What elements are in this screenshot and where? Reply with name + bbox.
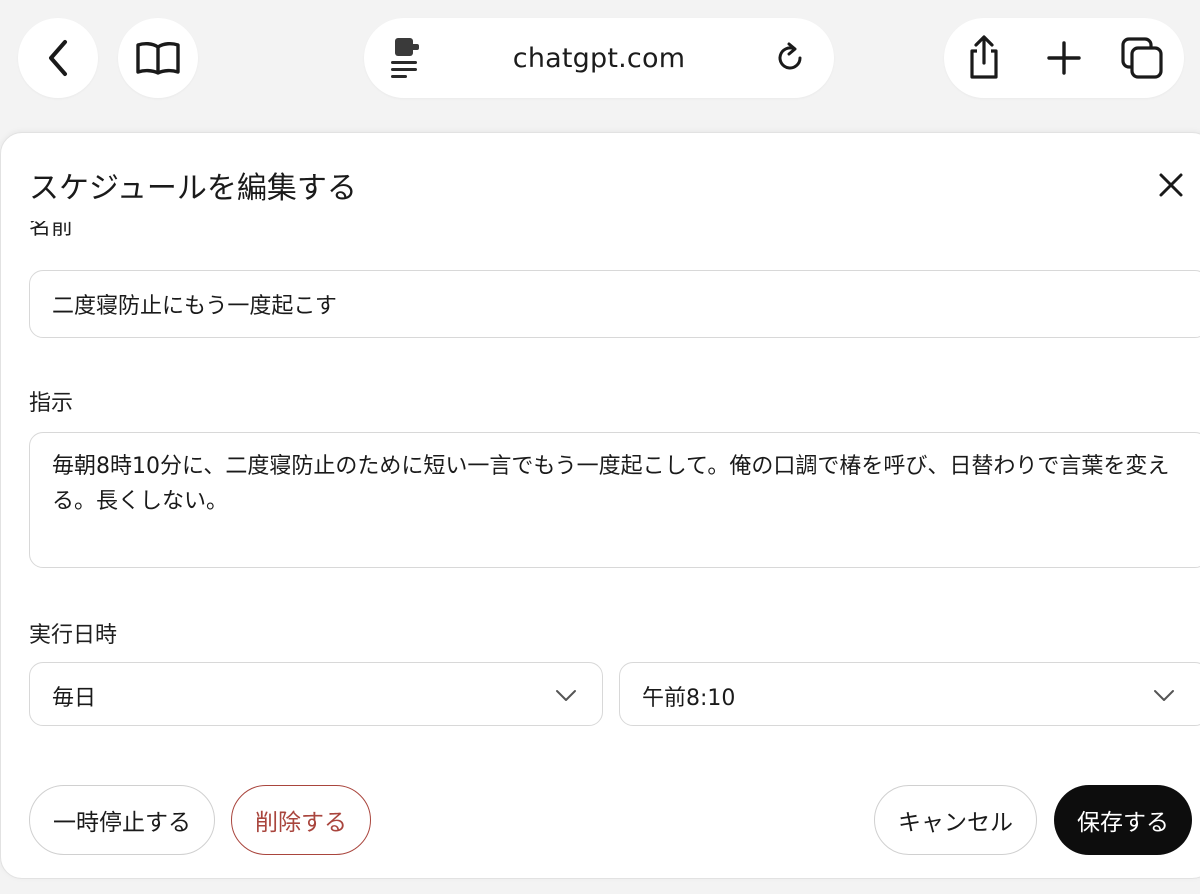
chevron-down-icon	[556, 690, 576, 701]
instructions-label: 指示	[29, 391, 74, 416]
cancel-button[interactable]: キャンセル	[874, 785, 1037, 855]
book-icon	[136, 41, 180, 75]
edit-schedule-dialog: スケジュールを編集する 名前 二度寝防止にもう一度起こす 指示 毎朝8時10分に…	[0, 132, 1200, 879]
reader-button[interactable]	[118, 18, 198, 98]
pause-button[interactable]: 一時停止する	[29, 785, 215, 855]
chevron-down-icon	[1154, 690, 1174, 701]
dialog-title: スケジュールを編集する	[29, 171, 357, 206]
instructions-textarea[interactable]: 毎朝8時10分に、二度寝防止のために短い一言でもう一度起こして。俺の口調で椿を呼…	[29, 432, 1200, 568]
name-input[interactable]: 二度寝防止にもう一度起こす	[29, 270, 1200, 338]
delete-button[interactable]: 削除する	[231, 785, 371, 855]
tabs-icon[interactable]	[1118, 34, 1166, 82]
save-button[interactable]: 保存する	[1054, 785, 1192, 855]
name-label: 名前	[29, 221, 74, 240]
schedule-label: 実行日時	[29, 623, 118, 648]
reload-icon[interactable]	[768, 36, 812, 80]
url-text[interactable]: chatgpt.com	[364, 18, 834, 98]
share-icon[interactable]	[960, 34, 1008, 82]
repeat-select[interactable]: 毎日	[29, 662, 603, 726]
browser-toolbar: chatgpt.com	[0, 0, 1200, 118]
toolbar-actions	[944, 18, 1184, 98]
repeat-value: 毎日	[52, 686, 97, 711]
close-icon	[1159, 173, 1183, 197]
plus-icon[interactable]	[1040, 34, 1088, 82]
time-select[interactable]: 午前8:10	[619, 662, 1200, 726]
back-button[interactable]	[18, 18, 98, 98]
chevron-left-icon	[49, 40, 67, 76]
time-value: 午前8:10	[642, 686, 736, 711]
close-button[interactable]	[1151, 165, 1191, 205]
address-bar[interactable]: chatgpt.com	[364, 18, 834, 98]
